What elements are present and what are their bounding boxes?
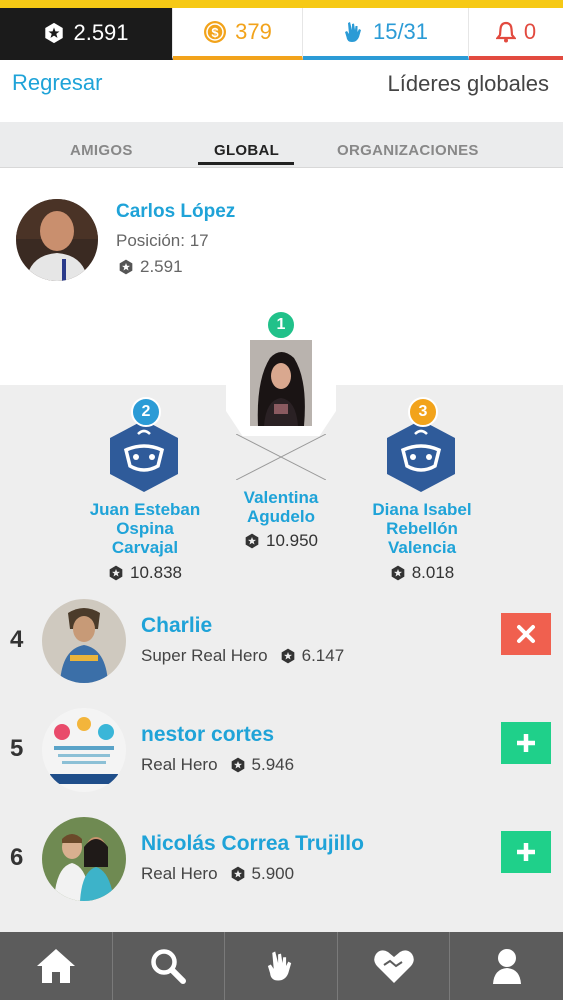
user-score: 5.900 [251, 864, 295, 883]
bell-icon [495, 21, 516, 43]
leaderboard-tabs: AMIGOS GLOBAL ORGANIZACIONES [0, 122, 563, 168]
heart-handshake-icon [373, 950, 414, 983]
podium-name-2-line-1: Juan Esteban [89, 500, 201, 519]
podium-score-3: 8.018 [347, 563, 497, 583]
tab-amigos[interactable]: AMIGOS [70, 142, 133, 159]
podium-score-3-value: 8.018 [411, 563, 455, 582]
nav-search[interactable] [113, 932, 226, 1000]
tab-organizaciones[interactable]: ORGANIZACIONES [337, 142, 479, 159]
add-friend-button[interactable] [501, 722, 551, 764]
page-header: Regresar Líderes globales [0, 60, 563, 122]
hand-icon [344, 22, 361, 42]
list-item: 6 Nicolás Correa Trujillo Real Hero 5.90… [0, 808, 563, 908]
top-accent-line [0, 0, 563, 8]
hand-icon [267, 951, 292, 981]
user-meta: Real Hero 5.900 [141, 864, 294, 884]
profile-icon [492, 949, 521, 984]
rank-number: 5 [10, 735, 24, 762]
first-place-avatar[interactable] [250, 340, 312, 426]
podium-score-2-value: 10.838 [130, 563, 182, 582]
podium-name-3[interactable]: Diana Isabel Rebellón Valencia [347, 500, 497, 557]
star-badge-icon [119, 259, 133, 275]
star-badge-icon [391, 565, 405, 581]
user-name[interactable]: nestor cortes [141, 723, 274, 747]
avatar[interactable] [42, 817, 126, 901]
podium-name-1-line-1: Valentina [243, 488, 319, 507]
star-badge-icon [45, 22, 64, 43]
podium-name-2[interactable]: Juan Esteban Ospina Carvajal [70, 500, 220, 557]
star-badge-icon [281, 648, 294, 664]
list-item: 4 Charlie Super Real Hero 6.147 [0, 590, 563, 690]
coins-stat[interactable]: $ 379 [173, 8, 303, 60]
active-tab-indicator [198, 162, 294, 165]
tab-global[interactable]: GLOBAL [214, 142, 279, 159]
user-score: 2.591 [118, 257, 183, 277]
rank-3-badge: 3 [408, 397, 438, 427]
add-friend-button[interactable] [501, 831, 551, 873]
back-link[interactable]: Regresar [12, 70, 102, 96]
user-level: Real Hero [141, 864, 218, 883]
rank-number: 6 [10, 844, 24, 871]
user-level: Super Real Hero [141, 646, 268, 665]
points-value: 2.591 [73, 19, 129, 45]
avatar[interactable] [42, 599, 126, 683]
podium-name-2-line-2: Ospina [116, 519, 174, 538]
star-badge-icon [231, 757, 244, 773]
nav-challenges[interactable] [225, 932, 338, 1000]
coin-icon: $ [204, 21, 227, 43]
podium-name-1-line-2: Agudelo [247, 507, 315, 526]
podium-name-1[interactable]: Valentina Agudelo [206, 488, 356, 526]
podium-name-3-line-2: Rebellón [386, 519, 458, 538]
svg-text:$: $ [212, 25, 220, 40]
mask-avatar-icon[interactable] [108, 418, 180, 494]
nav-profile[interactable] [450, 932, 563, 1000]
alerts-value: 0 [523, 19, 537, 44]
star-badge-icon [231, 866, 244, 882]
user-meta: Super Real Hero 6.147 [141, 646, 344, 666]
user-name[interactable]: Nicolás Correa Trujillo [141, 832, 364, 856]
plus-icon [517, 843, 535, 861]
points-stat[interactable]: 2.591 [0, 8, 173, 60]
remove-friend-button[interactable] [501, 613, 551, 655]
level-stat[interactable]: 15/31 [303, 8, 469, 60]
coins-value: 379 [235, 19, 272, 44]
user-score: 6.147 [301, 646, 345, 665]
user-level: Real Hero [141, 755, 218, 774]
podium-name-3-line-3: Valencia [387, 538, 457, 557]
mask-avatar-icon[interactable] [385, 418, 457, 494]
star-badge-icon [109, 565, 123, 581]
nav-home[interactable] [0, 932, 113, 1000]
rank-2-badge: 2 [131, 397, 161, 427]
search-icon [151, 949, 187, 984]
stats-bar: 2.591 $ 379 15/31 0 [0, 8, 563, 60]
level-value: 15/31 [372, 19, 429, 44]
user-score-value: 2.591 [140, 257, 183, 276]
avatar[interactable] [42, 708, 126, 792]
star-badge-icon [245, 533, 259, 549]
list-item: 5 nestor cortes Real Hero 5.946 [0, 699, 563, 799]
nav-donations[interactable] [338, 932, 451, 1000]
podium-score-2: 10.838 [70, 563, 220, 583]
user-meta: Real Hero 5.946 [141, 755, 294, 775]
podium-score-1: 10.950 [206, 531, 356, 551]
rank-number: 4 [10, 626, 24, 653]
page-title: Líderes globales [387, 71, 549, 96]
user-avatar[interactable] [16, 199, 98, 281]
podium-decoration [236, 434, 326, 480]
alerts-stat[interactable]: 0 [469, 8, 563, 60]
user-name[interactable]: Carlos López [116, 201, 235, 223]
user-name[interactable]: Charlie [141, 614, 212, 638]
user-score: 5.946 [251, 755, 295, 774]
podium-name-3-line-1: Diana Isabel [372, 500, 472, 519]
user-position: Posición: 17 [116, 231, 209, 250]
home-icon [36, 949, 75, 983]
rank-1-badge: 1 [266, 310, 296, 340]
close-icon [517, 625, 535, 643]
plus-icon [517, 734, 535, 752]
bottom-nav [0, 932, 563, 1000]
podium-name-2-line-3: Carvajal [111, 538, 179, 557]
podium-score-1-value: 10.950 [266, 531, 318, 550]
